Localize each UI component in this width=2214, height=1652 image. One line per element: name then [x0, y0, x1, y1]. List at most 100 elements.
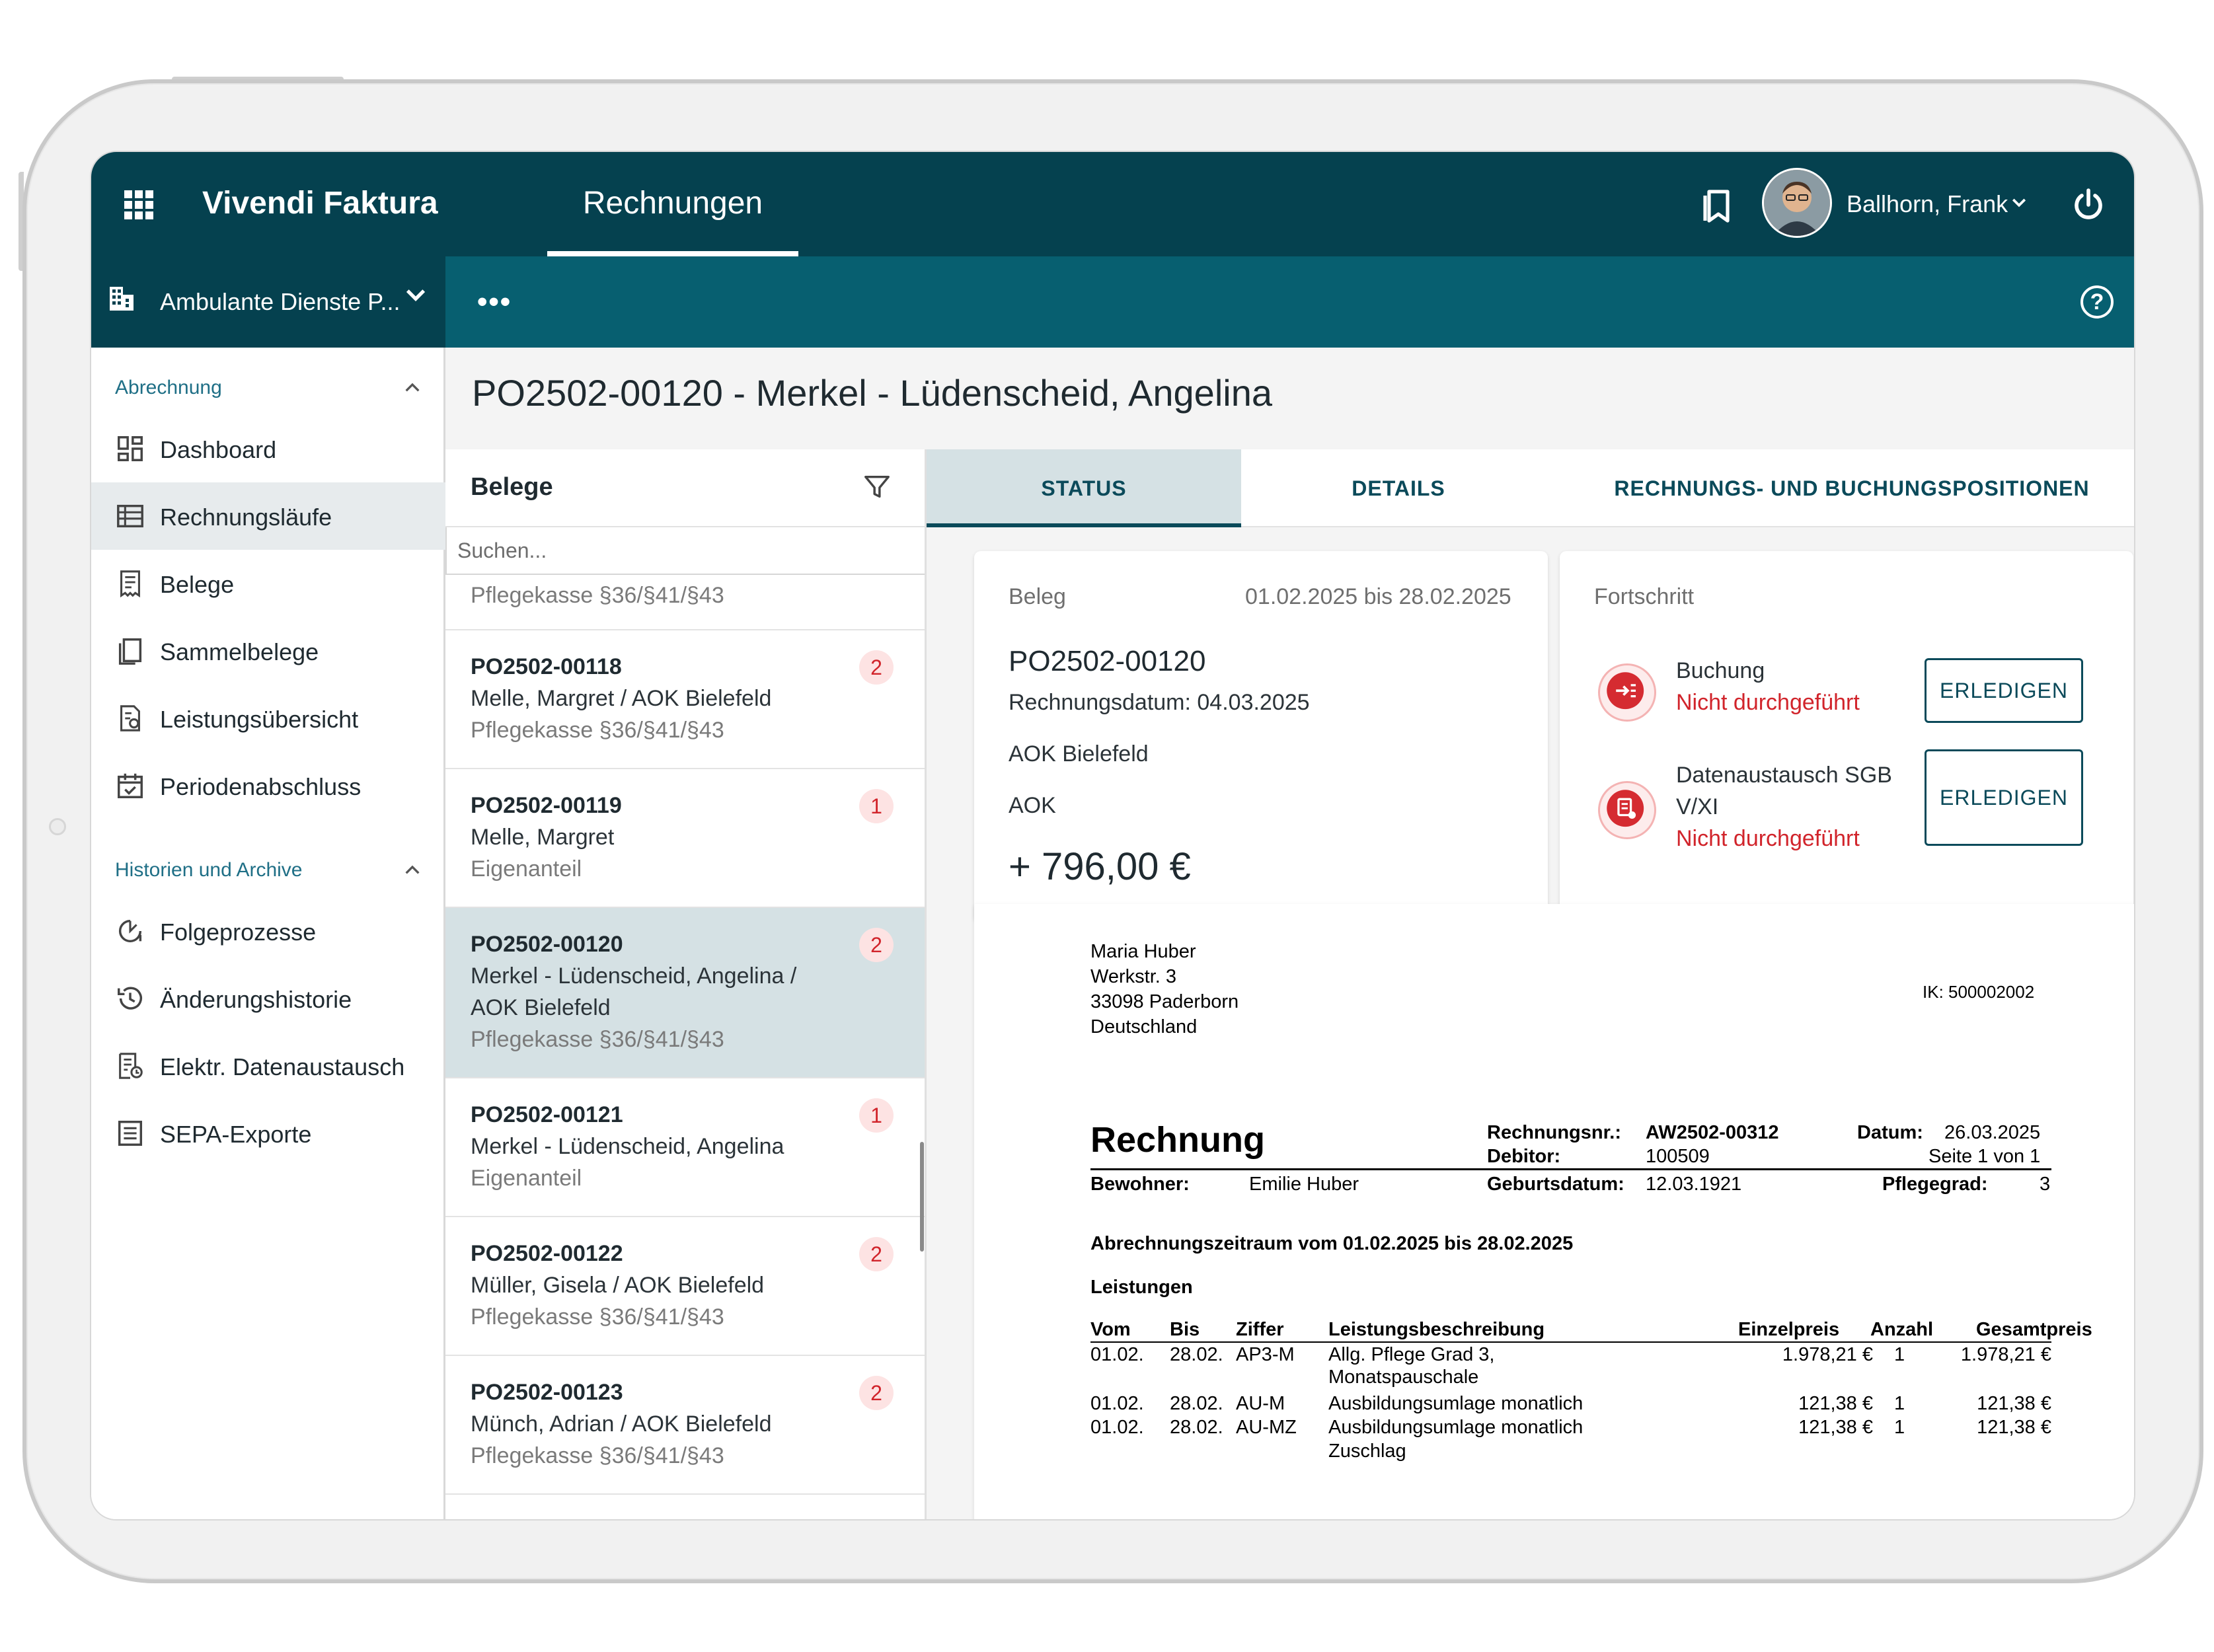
list-item[interactable]: PO2502-00123 Münch, Adrian / AOK Bielefe…	[445, 1356, 925, 1495]
sidebar-item-sammelbelege[interactable]: Sammelbelege	[91, 617, 445, 685]
table-cell: 01.02.	[1090, 1417, 1144, 1438]
filter-icon[interactable]	[862, 472, 892, 502]
count-badge: 2	[859, 650, 894, 685]
list-item-name: Melle, Margret / AOK Bielefeld	[471, 686, 772, 711]
table-header: Bis	[1170, 1319, 1200, 1340]
progress-card: Fortschritt Buchung Nicht durchgeführt E…	[1560, 551, 2133, 922]
invoice-label: Geburtsdatum:	[1487, 1174, 1624, 1195]
table-cell: Allg. Pflege Grad 3,	[1328, 1344, 1495, 1365]
step-title: Datenaustausch SGB	[1676, 763, 1892, 788]
table-header: Einzelpreis	[1738, 1319, 1840, 1340]
invoice-period: Abrechnungszeitraum vom 01.02.2025 bis 2…	[1090, 1233, 1574, 1254]
sub-bar: Ambulante Dienste P... ••• ?	[91, 256, 2134, 348]
list-item-id: PO2502-00123	[471, 1380, 623, 1405]
address-line: Werkstr. 3	[1090, 966, 1176, 987]
help-icon[interactable]: ?	[2080, 285, 2114, 319]
list-item-selected[interactable]: PO2502-00120 Merkel - Lüdenscheid, Angel…	[445, 908, 925, 1078]
power-icon[interactable]	[2070, 186, 2107, 223]
search-input[interactable]	[445, 527, 925, 575]
sidebar-item-label: Elektr. Datenaustausch	[160, 1053, 405, 1080]
page-title: PO2502-00120 - Merkel - Lüdenscheid, Ang…	[472, 372, 1272, 414]
process-icon	[118, 919, 142, 943]
table-icon	[117, 504, 143, 528]
list-item-type: Pflegekasse §36/§41/§43	[471, 1443, 724, 1468]
invoice-label: Datum:	[1857, 1122, 1923, 1143]
table-cell: 1.978,21 €	[1782, 1344, 1873, 1365]
building-icon	[110, 287, 134, 311]
list-item[interactable]: PO2502-00119 Melle, Margret Eigenanteil …	[445, 769, 925, 908]
tab-positionen[interactable]: RECHNUNGS- UND BUCHUNGSPOSITIONEN	[1587, 449, 2116, 527]
chevron-down-icon[interactable]	[2009, 193, 2029, 213]
count-badge: 1	[859, 1098, 894, 1133]
beleg-kasse-short: AOK	[1009, 793, 1056, 818]
erledigen-button-datenaustausch[interactable]: ERLEDIGEN	[1925, 749, 2083, 846]
invoice-date: 26.03.2025	[1944, 1122, 2041, 1143]
sidebar-item-periodenabschluss[interactable]: Periodenabschluss	[91, 752, 445, 819]
sidebar-item-datenaustausch[interactable]: Elektr. Datenaustausch	[91, 1032, 445, 1100]
table-cell: 1	[1894, 1393, 1905, 1414]
list-item-name: AOK Bielefeld	[471, 995, 611, 1020]
list-item-type: Eigenanteil	[471, 1166, 582, 1191]
org-select[interactable]: Ambulante Dienste P...	[91, 256, 445, 348]
list-item-type: Eigenanteil	[471, 856, 582, 882]
exchange-step-icon	[1598, 781, 1656, 839]
list-item-type: Pflegekasse §36/§41/§43	[471, 1027, 724, 1052]
list-item-type: Pflegekasse §36/§41/§43	[471, 1304, 724, 1330]
table-cell: Ausbildungsumlage monatlich	[1328, 1417, 1584, 1438]
user-photo-icon	[1764, 170, 1830, 236]
table-cell: 1	[1894, 1417, 1905, 1438]
table-cell: 28.02.	[1170, 1344, 1223, 1365]
bookmark-icon[interactable]	[1701, 188, 1736, 225]
beleg-date: Rechnungsdatum: 04.03.2025	[1009, 690, 1310, 715]
nav-tab-rechnungen[interactable]: Rechnungen	[547, 185, 798, 221]
list-icon	[118, 1121, 143, 1146]
tab-details[interactable]: DETAILS	[1241, 449, 1556, 527]
document-alert-icon	[1607, 790, 1644, 827]
sidebar-item-aenderungshistorie[interactable]: Änderungshistorie	[91, 965, 445, 1032]
sidebar-item-leistungsuebersicht[interactable]: Leistungsübersicht	[91, 685, 445, 752]
list-item-name: Müller, Gisela / AOK Bielefeld	[471, 1273, 765, 1298]
list-item[interactable]: PO2502-00122 Müller, Gisela / AOK Bielef…	[445, 1217, 925, 1356]
sidebar-item-belege[interactable]: Belege	[91, 550, 445, 617]
chevron-up-icon[interactable]	[402, 859, 423, 880]
list-item-name: Merkel - Lüdenscheid, Angelina	[471, 1134, 784, 1159]
beleg-kasse: AOK Bielefeld	[1009, 741, 1149, 767]
avatar[interactable]	[1762, 168, 1832, 238]
list-item-id: PO2502-00121	[471, 1102, 623, 1127]
address-line: 33098 Paderborn	[1090, 991, 1239, 1012]
invoice-resident: Emilie Huber	[1249, 1174, 1359, 1195]
step-status: Nicht durchgeführt	[1676, 690, 1860, 715]
chevron-up-icon[interactable]	[402, 377, 423, 398]
calendar-check-icon	[118, 773, 143, 798]
list-item-id: PO2502-00120	[471, 932, 623, 957]
invoice-label: Rechnungsnr.:	[1487, 1122, 1622, 1143]
table-cell: AU-M	[1236, 1393, 1285, 1414]
sidebar-item-folgeprozesse[interactable]: Folgeprozesse	[91, 897, 445, 965]
sidebar-item-label: Dashboard	[160, 436, 277, 463]
user-name[interactable]: Ballhorn, Frank	[1847, 190, 2008, 218]
sidebar-item-dashboard[interactable]: Dashboard	[91, 415, 445, 482]
invoice-care-level: 3	[2040, 1174, 2051, 1195]
table-header: Anzahl	[1870, 1319, 1934, 1340]
list-scrollbar[interactable]	[920, 1142, 924, 1252]
tablet-camera	[49, 818, 66, 835]
table-cell: Monatspauschale	[1328, 1367, 1479, 1388]
copy-icon	[118, 638, 142, 665]
sidebar-item-rechnungslaeufe[interactable]: Rechnungsläufe	[91, 482, 445, 550]
list-item[interactable]: PO2502-00121 Merkel - Lüdenscheid, Angel…	[445, 1078, 925, 1217]
history-icon	[118, 987, 143, 1010]
table-cell: 1.978,21 €	[1960, 1344, 2051, 1365]
tab-status[interactable]: STATUS	[927, 449, 1241, 527]
list-item[interactable]: PO2502-00118 Melle, Margret / AOK Bielef…	[445, 630, 925, 769]
sidebar-item-label: Folgeprozesse	[160, 919, 317, 946]
count-badge: 2	[859, 1237, 894, 1271]
more-horizontal-icon[interactable]: •••	[477, 285, 512, 319]
list-item[interactable]: Pflegekasse §36/§41/§43	[445, 575, 925, 630]
erledigen-button-buchung[interactable]: ERLEDIGEN	[1925, 658, 2083, 723]
sidebar-item-label: Periodenabschluss	[160, 773, 362, 800]
org-label: Ambulante Dienste P...	[160, 288, 401, 315]
sidebar-item-sepa-exporte[interactable]: SEPA-Exporte	[91, 1100, 445, 1167]
apps-grid-icon[interactable]	[124, 190, 153, 219]
table-cell: 1	[1894, 1344, 1905, 1365]
step-title-line2: V/XI	[1676, 794, 1719, 819]
